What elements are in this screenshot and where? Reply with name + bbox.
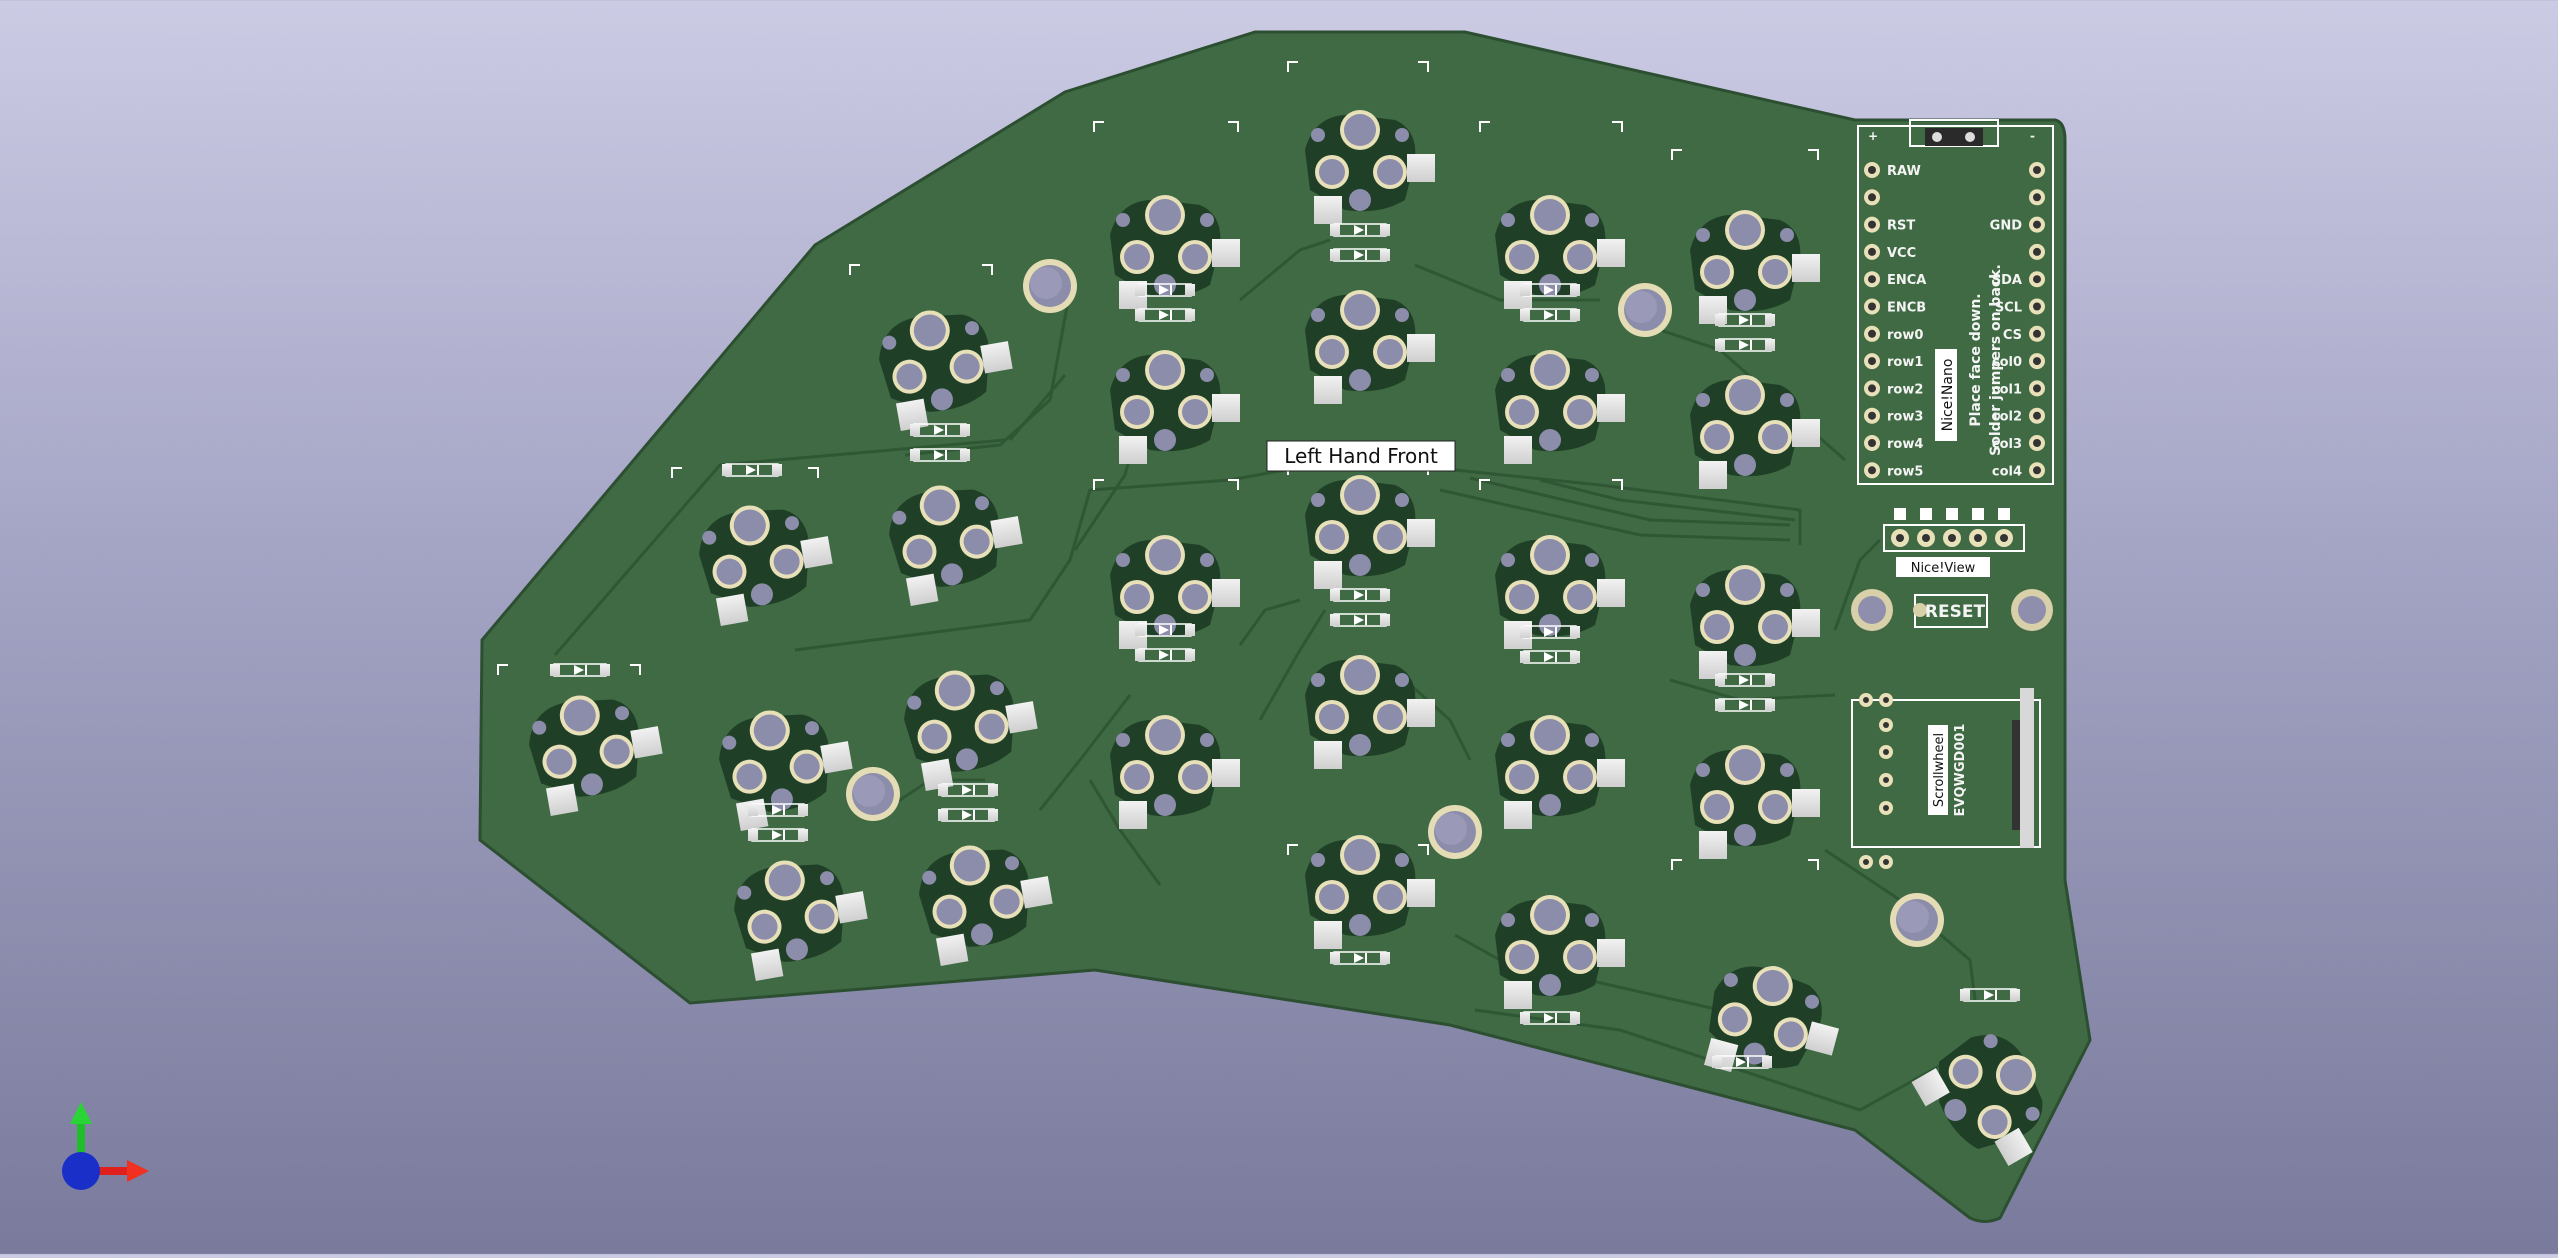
controller-pin-label: col4 bbox=[1992, 464, 2022, 479]
mounting-hole bbox=[1890, 893, 1944, 947]
mounting-hole bbox=[846, 767, 900, 821]
svg-text:Left Hand Front: Left Hand Front bbox=[1284, 444, 1438, 468]
controller-pin-label: row4 bbox=[1887, 437, 1923, 452]
svg-text:RESET: RESET bbox=[1925, 602, 1986, 622]
svg-text:EVQWGD001: EVQWGD001 bbox=[1953, 724, 1968, 817]
axes-orientation-widget bbox=[62, 1102, 149, 1190]
controller-pin-label: ENCA bbox=[1887, 273, 1926, 288]
controller-pin-label: ENCB bbox=[1887, 301, 1926, 316]
svg-text:Nice!Nano: Nice!Nano bbox=[1940, 359, 1956, 432]
controller-pin-label: row5 bbox=[1887, 464, 1923, 479]
svg-text:+: + bbox=[1868, 129, 1878, 143]
mounting-hole bbox=[1023, 259, 1077, 313]
svg-text:Nice!View: Nice!View bbox=[1911, 561, 1976, 576]
controller-pin-label: GND bbox=[1990, 219, 2023, 234]
pcb-3d-view[interactable]: Left Hand Front RAWRST GNDVCCENCA SDAENCB S… bbox=[0, 0, 2558, 1254]
controller-pin-label: VCC bbox=[1887, 246, 1916, 261]
board-title-label: Left Hand Front bbox=[1266, 440, 1456, 472]
controller-pin-label: row3 bbox=[1887, 410, 1923, 425]
svg-text:Scrollwheel: Scrollwheel bbox=[1932, 733, 1947, 807]
controller-pin-label: RAW bbox=[1887, 164, 1921, 179]
mounting-hole bbox=[1428, 805, 1482, 859]
svg-text:-: - bbox=[2030, 129, 2035, 143]
controller-pin-label: row1 bbox=[1887, 355, 1923, 370]
pcb-board bbox=[478, 30, 2092, 1223]
controller-pin-label: row2 bbox=[1887, 382, 1923, 397]
svg-text:Solder jumpers on back.: Solder jumpers on back. bbox=[1988, 264, 2004, 456]
kicad-3d-viewer[interactable]: Left Hand Front RAW RST GND VCC ENCA SDA ENCB S… bbox=[0, 0, 2558, 1254]
controller-pin-label: CS bbox=[2003, 328, 2022, 343]
controller-pin-label: row0 bbox=[1887, 328, 1923, 343]
controller-pin-label: RST bbox=[1887, 219, 1915, 234]
mounting-hole bbox=[1618, 283, 1672, 337]
svg-text:Place face down.: Place face down. bbox=[1968, 293, 1984, 426]
